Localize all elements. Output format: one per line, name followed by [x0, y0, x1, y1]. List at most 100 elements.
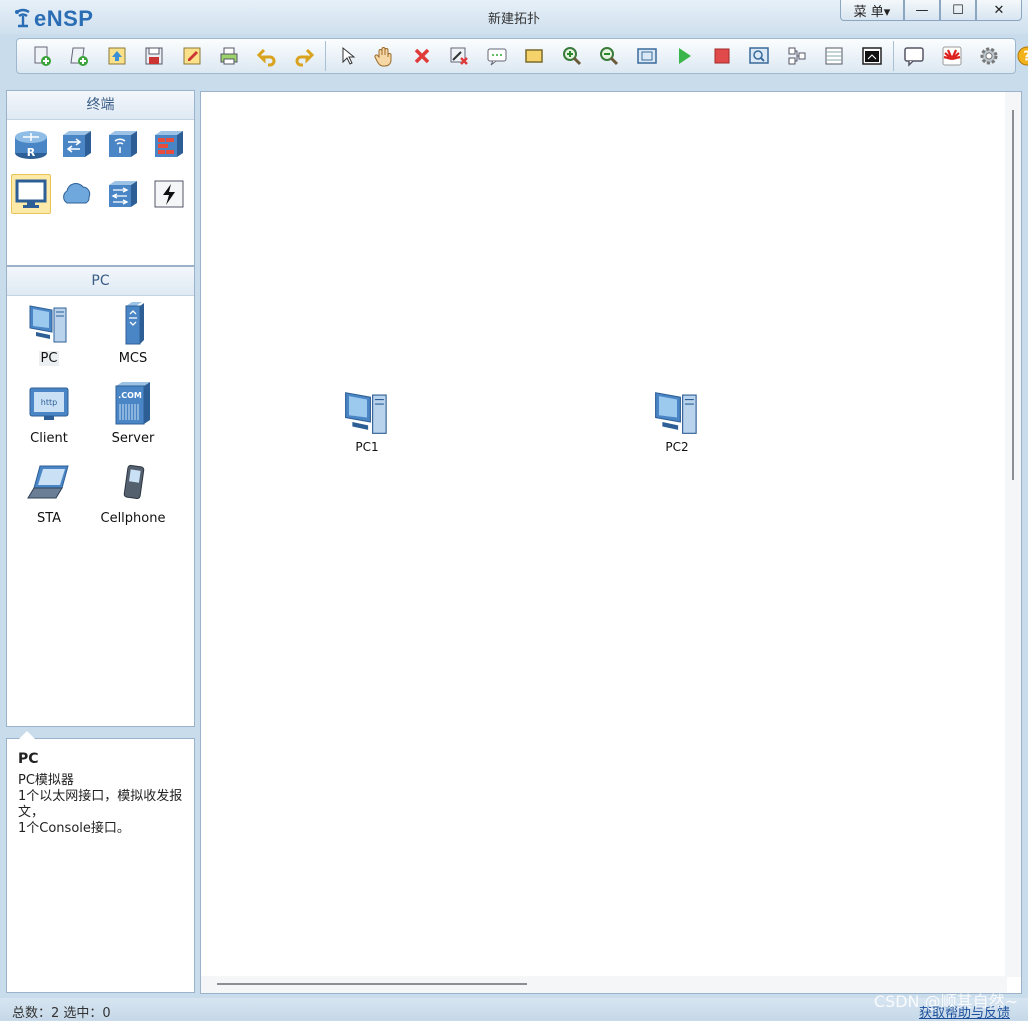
window-controls: 菜 单▾ — ☐ ✕ — [840, 0, 1022, 22]
palette-button[interactable] — [816, 41, 854, 71]
device-label: STA — [36, 511, 62, 526]
device-server[interactable]: .COM Server — [91, 380, 175, 456]
device-pc[interactable]: PC — [7, 300, 91, 376]
toolbar-separator — [325, 41, 326, 71]
device-section: PC PC MCS http Client .COM Server STA Ce… — [6, 266, 195, 727]
category-pc-terminal[interactable] — [11, 174, 51, 214]
device-sta[interactable]: STA — [7, 460, 91, 536]
device-mcs[interactable]: MCS — [91, 300, 175, 376]
menu-button[interactable]: 菜 单▾ — [840, 0, 904, 21]
category-connection[interactable] — [149, 174, 189, 214]
category-section: 终端 R — [6, 90, 195, 266]
redo-button[interactable] — [286, 41, 324, 71]
cellphone-icon — [123, 464, 145, 500]
delete-connection-button[interactable] — [441, 41, 479, 71]
huawei-button[interactable] — [933, 41, 971, 71]
device-panel: 终端 R PC PC MCS http Client .COM Server S… — [6, 90, 195, 993]
gear-icon — [980, 47, 998, 65]
select-button[interactable] — [328, 41, 366, 71]
device-info-box: PC PC模拟器 1个以太网接口，模拟收发报文， 1个Console接口。 — [6, 731, 195, 993]
category-switch[interactable] — [57, 124, 97, 164]
node-pc2[interactable]: PC2 — [642, 386, 712, 454]
help-icon: ? — [1017, 46, 1028, 66]
category-wireless[interactable] — [103, 124, 143, 164]
topology-canvas[interactable]: PC1 PC2 — [200, 91, 1022, 994]
save-as-button[interactable] — [173, 41, 211, 71]
info-line: 1个以太网接口，模拟收发报文， — [18, 789, 183, 820]
undo-button[interactable] — [248, 41, 286, 71]
svg-text:?: ? — [1023, 50, 1028, 65]
console-button[interactable] — [853, 41, 891, 71]
client-icon: http — [29, 387, 69, 420]
chat-icon — [904, 47, 924, 67]
delete-connection-icon — [450, 47, 469, 65]
info-line: PC模拟器 — [18, 773, 74, 788]
device-client[interactable]: http Client — [7, 380, 91, 456]
new-exam-icon — [70, 47, 89, 66]
print-button[interactable] — [211, 41, 249, 71]
zoom-out-icon — [600, 47, 619, 66]
pc-icon — [29, 305, 67, 343]
chat-button[interactable] — [896, 41, 934, 71]
category-grid: R — [7, 120, 194, 214]
zoom-in-button[interactable] — [553, 41, 591, 71]
category-router[interactable]: R — [11, 124, 51, 164]
huawei-icon — [942, 46, 962, 66]
fit-window-button[interactable] — [628, 41, 666, 71]
stacked-switch-icon — [109, 181, 137, 207]
mcs-icon — [125, 302, 144, 345]
vertical-scroll-thumb[interactable] — [1012, 110, 1014, 480]
device-label: Server — [111, 431, 155, 446]
redo-icon — [295, 48, 315, 67]
maximize-button[interactable]: ☐ — [940, 0, 976, 21]
settings-button[interactable] — [971, 41, 1009, 71]
node-pc1[interactable]: PC1 — [332, 386, 402, 454]
add-text-button[interactable] — [478, 41, 516, 71]
category-firewall[interactable] — [149, 124, 189, 164]
device-cellphone[interactable]: Cellphone — [91, 460, 175, 536]
drag-button[interactable] — [366, 41, 404, 71]
capture-icon — [749, 47, 769, 64]
open-button[interactable] — [98, 41, 136, 71]
info-pointer — [19, 731, 35, 739]
add-shape-button[interactable] — [516, 41, 554, 71]
device-label: PC — [38, 351, 60, 366]
category-cloud[interactable] — [57, 174, 97, 214]
category-multi-switch[interactable] — [103, 174, 143, 214]
minimize-button[interactable]: — — [904, 0, 940, 21]
start-device-button[interactable] — [666, 41, 704, 71]
save-as-icon — [183, 47, 201, 65]
horizontal-scroll-thumb[interactable] — [217, 983, 527, 985]
vertical-scrollbar[interactable] — [1005, 92, 1021, 977]
close-button[interactable]: ✕ — [976, 0, 1022, 21]
pc-icon — [345, 392, 387, 434]
undo-icon — [256, 48, 276, 67]
laptop-icon — [27, 465, 69, 499]
node-label: PC2 — [665, 440, 689, 454]
cursor-icon — [342, 46, 356, 65]
info-title: PC — [18, 751, 39, 767]
device-label: Cellphone — [100, 511, 166, 526]
show-interface-button[interactable] — [778, 41, 816, 71]
lightning-icon — [154, 180, 184, 208]
save-icon — [145, 47, 163, 65]
new-exam-button[interactable] — [61, 41, 99, 71]
delete-button[interactable] — [403, 41, 441, 71]
capture-button[interactable] — [741, 41, 779, 71]
main-toolbar: ? — [16, 38, 1028, 74]
pc-icon — [655, 392, 697, 434]
new-topology-button[interactable] — [23, 41, 61, 71]
save-button[interactable] — [136, 41, 174, 71]
text-note-icon — [487, 48, 507, 66]
zoom-out-button[interactable] — [591, 41, 629, 71]
stop-device-button[interactable] — [703, 41, 741, 71]
new-topology-icon — [34, 46, 51, 66]
play-icon — [679, 48, 692, 64]
device-label: Client — [30, 431, 68, 446]
wireless-icon — [109, 131, 137, 157]
title-bar: eNSP 新建拓扑 菜 单▾ — ☐ ✕ — [0, 0, 1028, 34]
server-icon: .COM — [115, 382, 150, 425]
device-grid: PC MCS http Client .COM Server STA Cellp… — [7, 296, 194, 536]
open-icon — [108, 47, 126, 65]
help-button[interactable]: ? — [1008, 41, 1028, 71]
